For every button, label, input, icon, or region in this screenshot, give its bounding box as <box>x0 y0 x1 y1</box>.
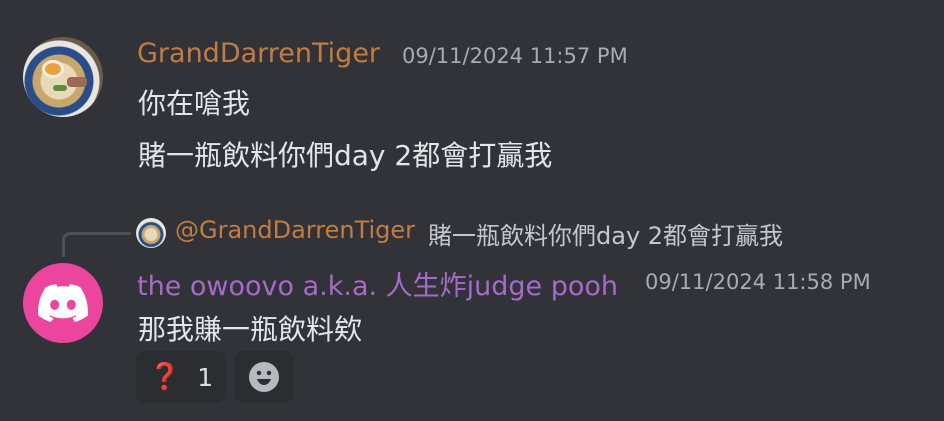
avatar-image-detail <box>67 77 87 87</box>
add-reaction-button[interactable] <box>234 351 294 403</box>
avatar-image-detail <box>53 85 67 91</box>
reply-quoted-text[interactable]: 賭一瓶飲料你們day 2都會打贏我 <box>428 216 783 251</box>
user-avatar[interactable] <box>23 37 103 117</box>
timestamp: 09/11/2024 11:57 PM <box>402 44 628 68</box>
message-line: 賭一瓶飲料你們day 2都會打贏我 <box>138 139 553 172</box>
reply-avatar[interactable] <box>136 218 166 248</box>
avatar-image-detail <box>45 63 61 75</box>
reaction-count: 1 <box>197 362 214 392</box>
message-line: 那我賺一瓶飲料欸 <box>138 313 363 346</box>
reply-mention[interactable]: @GrandDarrenTiger <box>175 216 415 244</box>
user-avatar[interactable] <box>23 263 103 343</box>
author-name[interactable]: the owoovo a.k.a. 人生炸judge pooh <box>137 264 618 303</box>
reaction-question[interactable]: ❓ 1 <box>136 351 226 403</box>
message-line: 你在嗆我 <box>138 87 251 120</box>
reply-connector <box>62 232 131 257</box>
timestamp: 09/11/2024 11:58 PM <box>645 270 871 294</box>
discord-logo-icon <box>38 284 88 322</box>
question-mark-icon: ❓ <box>148 362 182 392</box>
author-name[interactable]: GrandDarrenTiger <box>137 38 380 69</box>
smiley-icon <box>249 362 279 392</box>
